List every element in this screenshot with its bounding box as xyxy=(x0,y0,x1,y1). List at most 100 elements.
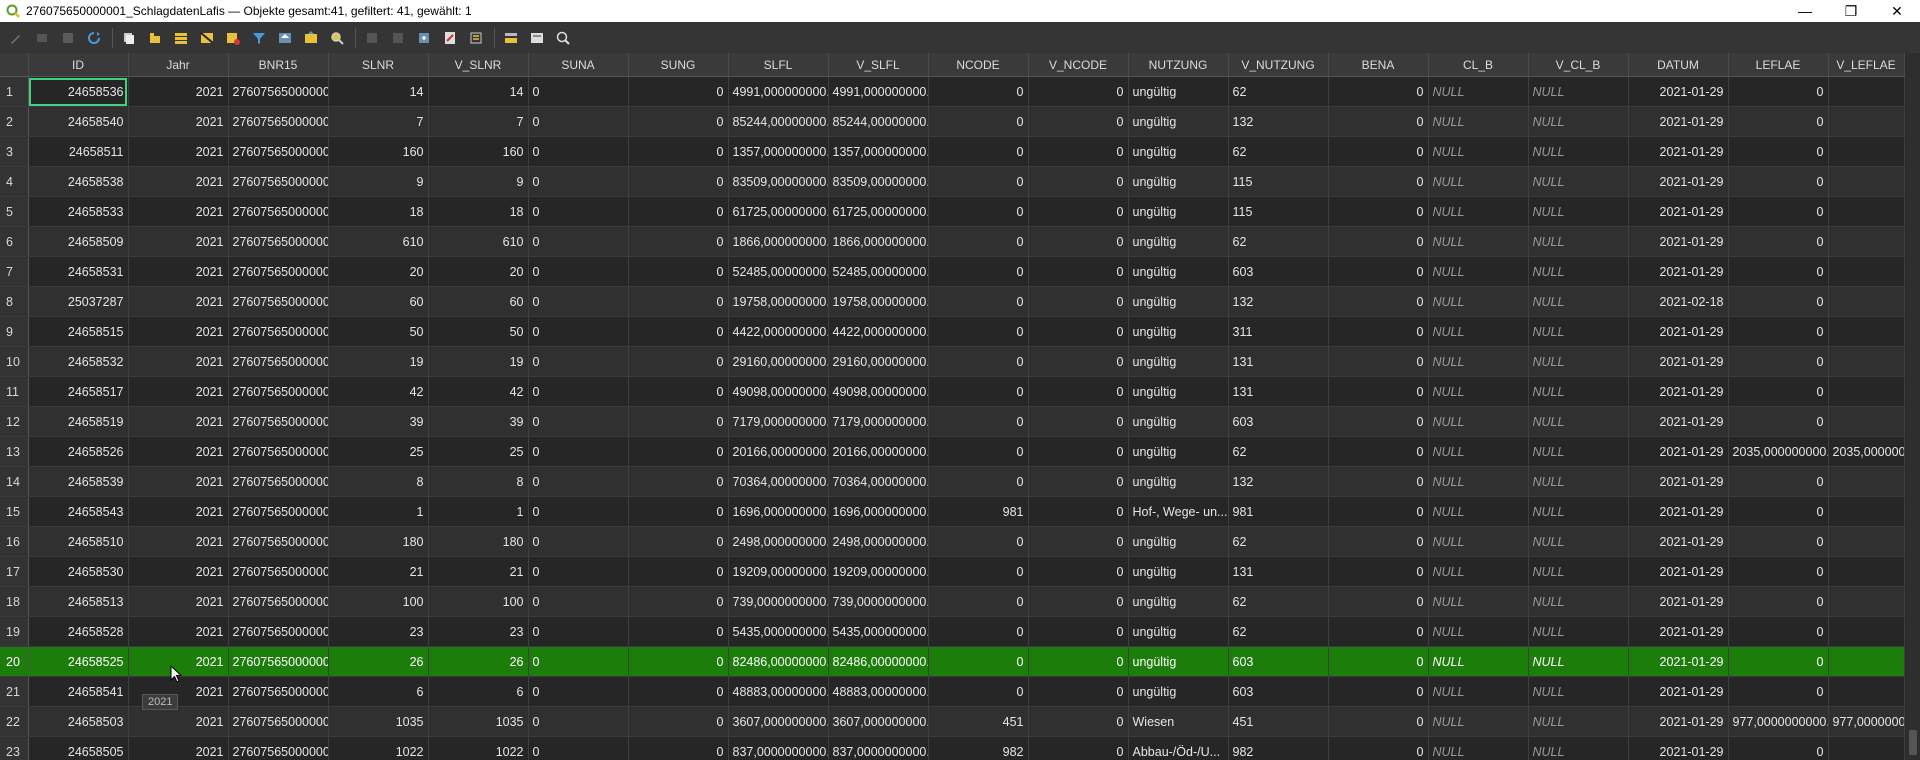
table-cell[interactable]: Wiesen xyxy=(1128,706,1229,737)
table-cell[interactable]: 0 xyxy=(928,376,1029,407)
table-cell[interactable]: 20166,00000000... xyxy=(728,436,829,467)
table-cell[interactable]: ungültig xyxy=(1128,676,1229,707)
column-header-leflae[interactable]: LEFLAE xyxy=(1728,53,1829,77)
table-cell[interactable]: 981 xyxy=(928,496,1029,527)
table-cell[interactable]: NULL xyxy=(1528,646,1629,677)
new-feature-icon[interactable] xyxy=(143,26,167,50)
table-cell[interactable]: 0 xyxy=(1328,316,1429,347)
table-cell[interactable] xyxy=(1828,316,1905,347)
table-cell[interactable]: 0 xyxy=(1328,436,1429,467)
column-header-v-nutzung[interactable]: V_NUTZUNG xyxy=(1228,53,1329,77)
corner-cell[interactable] xyxy=(0,53,29,77)
table-cell[interactable]: 24658533 xyxy=(28,196,129,227)
actions-icon[interactable] xyxy=(525,26,549,50)
table-cell[interactable] xyxy=(1828,586,1905,617)
table-cell[interactable]: 2021 xyxy=(128,136,229,167)
table-cell[interactable]: 276075650000001 xyxy=(228,436,329,467)
table-cell[interactable]: 3607,000000000... xyxy=(828,706,929,737)
table-cell[interactable]: 24658515 xyxy=(28,316,129,347)
table-cell[interactable]: 132 xyxy=(1228,286,1329,317)
table-cell[interactable]: 739,0000000000... xyxy=(728,586,829,617)
table-cell[interactable]: 42 xyxy=(328,376,429,407)
close-button[interactable]: ✕ xyxy=(1874,0,1920,22)
table-cell[interactable]: NULL xyxy=(1428,496,1529,527)
table-cell[interactable]: 2021 xyxy=(128,436,229,467)
row-number-header[interactable]: 6 xyxy=(0,226,29,257)
table-cell[interactable]: 5435,000000000... xyxy=(828,616,929,647)
table-cell[interactable]: 131 xyxy=(1228,346,1329,377)
table-cell[interactable]: 0 xyxy=(528,676,629,707)
table-cell[interactable]: 0 xyxy=(928,226,1029,257)
table-cell[interactable]: 1357,000000000... xyxy=(728,136,829,167)
table-cell[interactable]: 2021-01-29 xyxy=(1628,646,1729,677)
table-row[interactable]: 5 24658533 2021 276075650000001 18 18 0 0 61725,… xyxy=(0,196,1905,227)
row-number-header[interactable]: 14 xyxy=(0,466,29,497)
table-cell[interactable]: 982 xyxy=(928,736,1029,760)
row-number-header[interactable]: 23 xyxy=(0,736,29,760)
table-cell[interactable]: 451 xyxy=(928,706,1029,737)
table-cell[interactable]: 19 xyxy=(428,346,529,377)
table-cell[interactable]: 0 xyxy=(1728,226,1829,257)
table-cell[interactable]: 62 xyxy=(1228,76,1329,107)
table-cell[interactable]: 0 xyxy=(1028,226,1129,257)
table-cell[interactable]: 2498,000000000... xyxy=(828,526,929,557)
table-cell[interactable]: 0 xyxy=(1028,286,1129,317)
table-cell[interactable]: 21 xyxy=(328,556,429,587)
row-number-header[interactable]: 10 xyxy=(0,346,29,377)
table-cell[interactable]: 7179,000000000... xyxy=(728,406,829,437)
table-cell[interactable]: 0 xyxy=(1728,676,1829,707)
column-header-nutzung[interactable]: NUTZUNG xyxy=(1128,53,1229,77)
table-cell[interactable]: 2021 xyxy=(128,406,229,437)
table-cell[interactable]: 0 xyxy=(628,406,729,437)
table-cell[interactable]: 603 xyxy=(1228,256,1329,287)
table-cell[interactable]: 1022 xyxy=(428,736,529,760)
table-cell[interactable]: 62 xyxy=(1228,616,1329,647)
table-cell[interactable]: 977,0000000000... xyxy=(1728,706,1829,737)
table-cell[interactable]: NULL xyxy=(1428,466,1529,497)
table-cell[interactable]: NULL xyxy=(1528,106,1629,137)
table-cell[interactable]: 0 xyxy=(628,736,729,760)
table-cell[interactable]: 276075650000001 xyxy=(228,526,329,557)
table-cell[interactable]: 85244,00000000... xyxy=(828,106,929,137)
table-cell[interactable]: 2021 xyxy=(128,526,229,557)
table-cell[interactable]: 160 xyxy=(328,136,429,167)
table-cell[interactable]: 2021-01-29 xyxy=(1628,226,1729,257)
table-cell[interactable]: ungültig xyxy=(1128,586,1229,617)
table-cell[interactable]: 0 xyxy=(1328,226,1429,257)
table-cell[interactable]: 1696,000000000... xyxy=(828,496,929,527)
table-cell[interactable]: 2021-01-29 xyxy=(1628,196,1729,227)
dock-table-icon[interactable] xyxy=(499,26,523,50)
row-number-header[interactable]: 16 xyxy=(0,526,29,557)
row-number-header[interactable]: 20 xyxy=(0,646,29,677)
table-cell[interactable]: 2021 xyxy=(128,226,229,257)
table-cell[interactable]: 0 xyxy=(1328,346,1429,377)
table-cell[interactable] xyxy=(1828,166,1905,197)
table-cell[interactable]: 0 xyxy=(1328,286,1429,317)
table-cell[interactable]: 2021 xyxy=(128,586,229,617)
table-cell[interactable]: 2021-01-29 xyxy=(1628,736,1729,760)
table-cell[interactable]: 0 xyxy=(1328,616,1429,647)
table-cell[interactable]: 48883,00000000... xyxy=(828,676,929,707)
table-cell[interactable]: 739,0000000000... xyxy=(828,586,929,617)
table-cell[interactable]: 50 xyxy=(428,316,529,347)
table-cell[interactable]: 276075650000001 xyxy=(228,586,329,617)
table-cell[interactable]: Abbau-/Öd-/U... xyxy=(1128,736,1229,760)
table-cell[interactable]: 0 xyxy=(628,166,729,197)
table-cell[interactable]: 4991,000000000... xyxy=(728,76,829,107)
table-cell[interactable]: 0 xyxy=(1028,376,1129,407)
column-header-v-leflae[interactable]: V_LEFLAE xyxy=(1828,53,1905,77)
column-header-v-slfl[interactable]: V_SLFL xyxy=(828,53,929,77)
table-cell[interactable]: 276075650000001 xyxy=(228,406,329,437)
table-row[interactable]: 17 24658530 2021 276075650000001 21 21 0 0 19209… xyxy=(0,556,1905,587)
table-cell[interactable]: 48883,00000000... xyxy=(728,676,829,707)
table-cell[interactable]: 24658541 xyxy=(28,676,129,707)
table-cell[interactable]: 2021 xyxy=(128,556,229,587)
table-cell[interactable] xyxy=(1828,736,1905,760)
table-cell[interactable]: 0 xyxy=(928,436,1029,467)
table-cell[interactable]: 7179,000000000... xyxy=(828,406,929,437)
column-header-jahr[interactable]: Jahr xyxy=(128,53,229,77)
table-cell[interactable]: 0 xyxy=(1728,496,1829,527)
table-cell[interactable]: 19209,00000000... xyxy=(828,556,929,587)
column-header-slfl[interactable]: SLFL xyxy=(728,53,829,77)
table-cell[interactable]: ungültig xyxy=(1128,256,1229,287)
